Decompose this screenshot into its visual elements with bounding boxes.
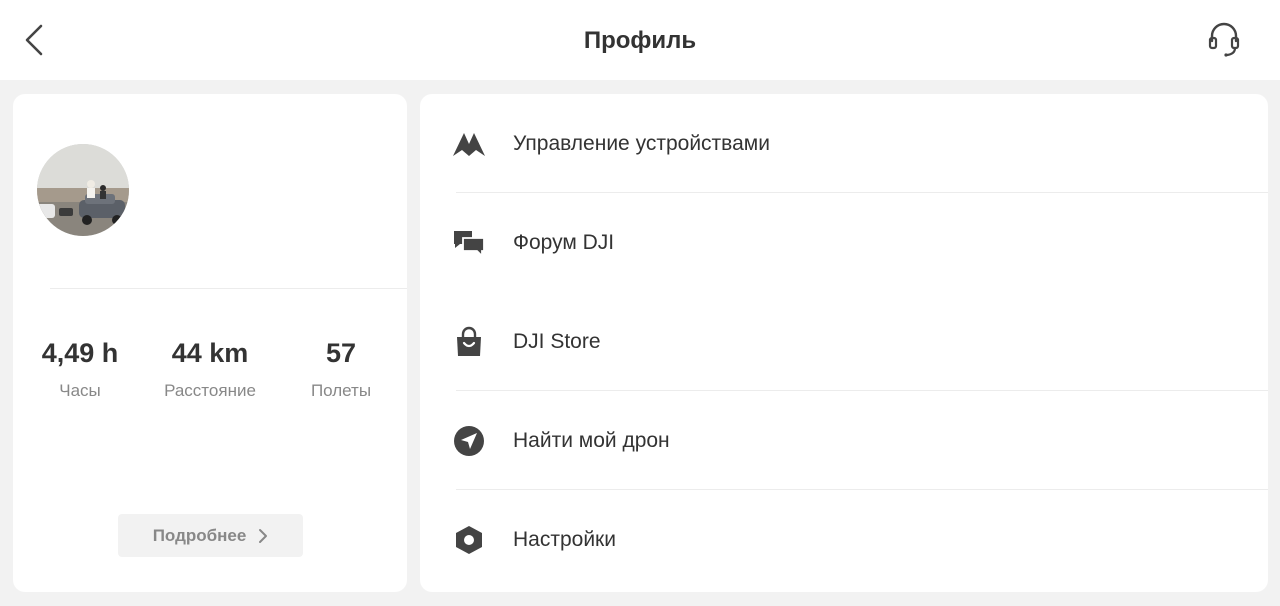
menu-item-settings[interactable]: Настройки: [420, 490, 1268, 589]
settings-hexagon-icon: [452, 523, 486, 557]
avatar[interactable]: [37, 144, 129, 236]
chevron-right-icon: [259, 528, 268, 543]
stat-hours: 4,49 h Часы: [10, 334, 150, 401]
stat-flights: 57 Полеты: [271, 334, 411, 401]
details-button[interactable]: Подробнее: [118, 514, 303, 557]
details-button-label: Подробнее: [152, 525, 247, 545]
shopping-bag-icon: [452, 325, 486, 359]
find-drone-compass-icon: [452, 424, 486, 458]
menu-item-label: Найти мой дрон: [513, 428, 670, 452]
menu-card: Управление устройствами Форум DJI DJI St…: [420, 94, 1268, 592]
forum-chat-icon: [452, 226, 486, 260]
profile-card: 4,49 h Часы 44 km Расстояние 57 Полеты П…: [13, 94, 407, 592]
support-button[interactable]: [1202, 18, 1246, 62]
device-management-icon: [452, 127, 486, 161]
stat-label: Полеты: [310, 381, 372, 400]
stat-label: Часы: [59, 381, 101, 400]
menu-item-label: Управление устройствами: [513, 131, 770, 155]
headset-icon: [1208, 22, 1240, 57]
stat-label: Расстояние: [164, 381, 256, 400]
profile-divider: [50, 288, 407, 289]
menu-item-label: Форум DJI: [513, 230, 615, 254]
menu-item-forum[interactable]: Форум DJI: [420, 193, 1268, 292]
page-title: Профиль: [583, 27, 697, 54]
stat-value: 57: [325, 338, 357, 368]
menu-item-find-drone[interactable]: Найти мой дрон: [420, 391, 1268, 490]
top-bar: Профиль: [0, 0, 1280, 80]
menu-item-label: DJI Store: [513, 329, 601, 353]
avatar-photo: [37, 144, 129, 236]
stat-distance: 44 km Расстояние: [140, 334, 280, 401]
stat-value: 44 km: [171, 338, 249, 368]
menu-item-label: Настройки: [513, 527, 616, 551]
menu-item-device-management[interactable]: Управление устройствами: [420, 94, 1268, 193]
stat-value: 4,49 h: [41, 338, 119, 368]
menu-item-dji-store[interactable]: DJI Store: [420, 292, 1268, 391]
